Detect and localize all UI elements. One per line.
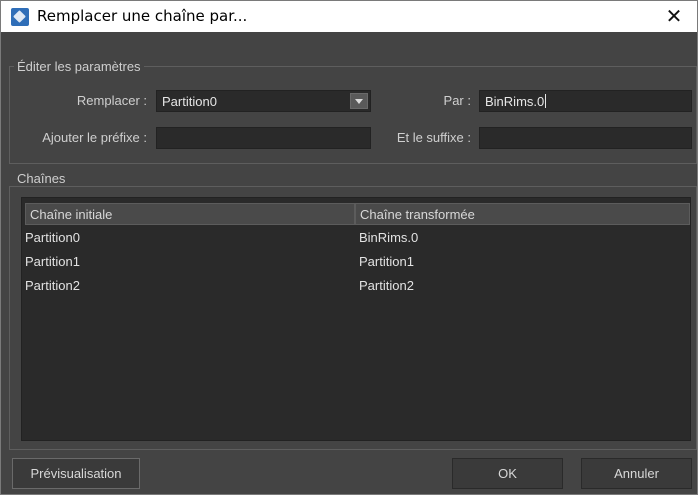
table-row[interactable]: Partition0 BinRims.0 (22, 230, 690, 250)
preview-button[interactable]: Prévisualisation (12, 458, 140, 489)
column-header-initial[interactable]: Chaîne initiale (25, 203, 355, 225)
cell-transformed: Partition1 (359, 254, 414, 269)
cell-initial: Partition1 (25, 254, 80, 269)
table-row[interactable]: Partition1 Partition1 (22, 254, 690, 274)
cell-initial: Partition0 (25, 230, 80, 245)
strings-group-label: Chaînes (14, 171, 69, 186)
strings-table: Chaîne initiale Chaîne transformée Parti… (21, 197, 691, 441)
close-icon[interactable]: ✕ (651, 1, 697, 32)
params-group (9, 66, 697, 164)
suffix-input[interactable] (479, 127, 692, 149)
by-label: Par : (443, 93, 471, 108)
cell-transformed: BinRims.0 (359, 230, 419, 245)
ok-button[interactable]: OK (452, 458, 563, 489)
cell-transformed: Partition2 (359, 278, 414, 293)
prefix-input[interactable] (156, 127, 371, 149)
by-input[interactable]: BinRims.0 (479, 90, 692, 112)
prefix-label: Ajouter le préfixe : (42, 130, 147, 145)
cell-initial: Partition2 (25, 278, 80, 293)
text-caret (545, 94, 547, 108)
table-row[interactable]: Partition2 Partition2 (22, 278, 690, 298)
params-group-label: Éditer les paramètres (14, 59, 144, 74)
app-icon (11, 8, 29, 26)
dropdown-arrow-icon[interactable] (350, 93, 368, 109)
column-header-transformed[interactable]: Chaîne transformée (355, 203, 690, 225)
window-title: Remplacer une chaîne par... (37, 7, 248, 25)
replace-combobox[interactable]: Partition0 (156, 90, 371, 112)
suffix-label: Et le suffixe : (396, 130, 471, 145)
cancel-button[interactable]: Annuler (581, 458, 692, 489)
by-input-value: BinRims.0 (485, 94, 545, 109)
replace-string-dialog: Remplacer une chaîne par... ✕ Éditer les… (0, 0, 698, 495)
replace-label: Remplacer : (76, 93, 147, 108)
title-bar: Remplacer une chaîne par... ✕ (1, 1, 697, 32)
replace-combobox-value: Partition0 (162, 94, 217, 109)
